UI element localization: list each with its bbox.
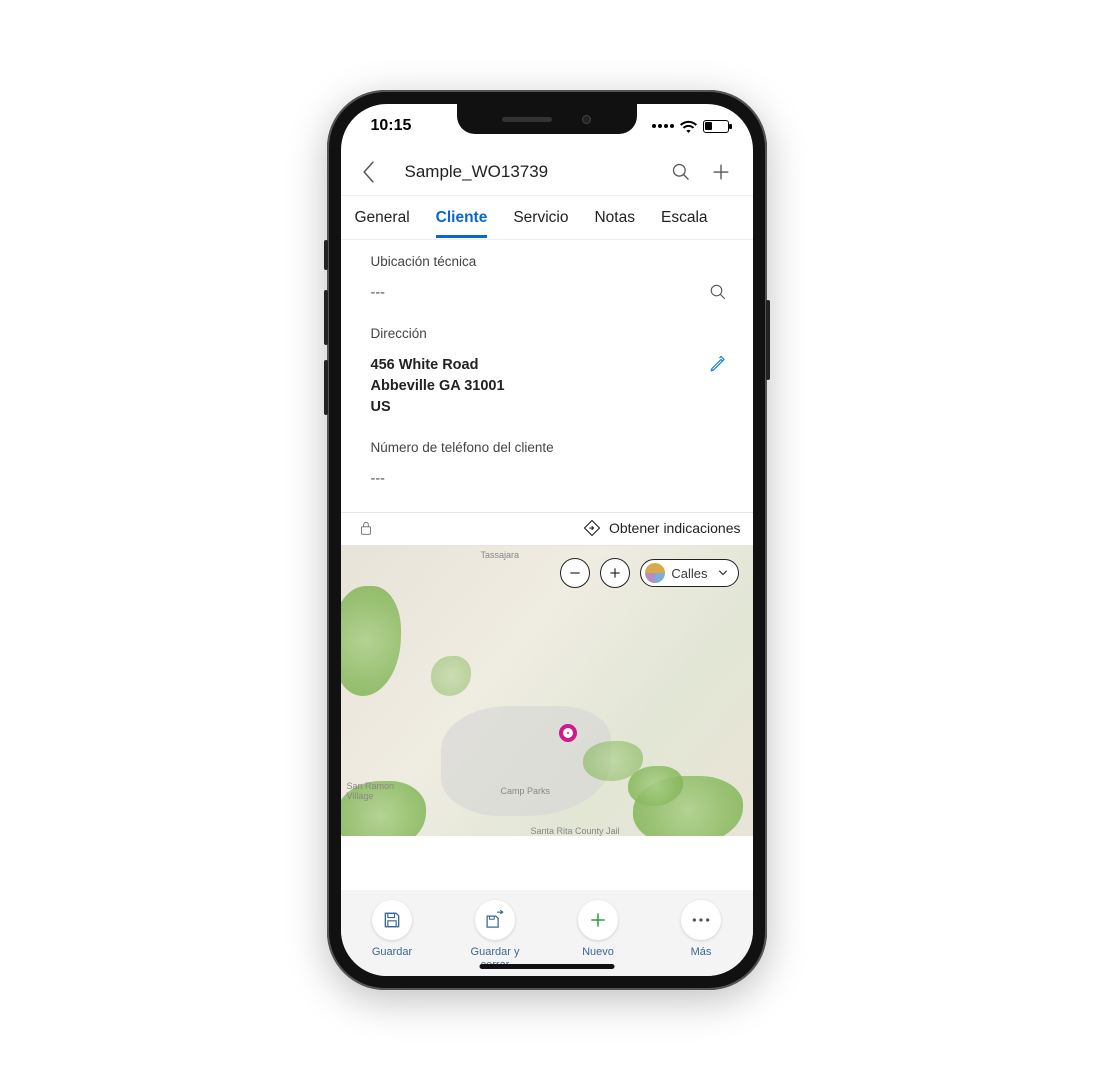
map-label-top: Tassajara [481,550,520,560]
wifi-icon [680,120,697,133]
new-icon [578,900,618,940]
chevron-down-icon [718,570,728,576]
home-indicator[interactable] [479,964,614,969]
tab-escala[interactable]: Escala [661,199,708,237]
save-icon [372,900,412,940]
back-button[interactable] [355,161,383,183]
new-label: Nuevo [582,946,614,959]
zoom-out-button[interactable] [560,558,590,588]
lock-icon[interactable] [359,520,373,536]
tab-general[interactable]: General [355,199,410,237]
tab-cliente[interactable]: Cliente [436,199,488,237]
content-area[interactable]: Ubicación técnica --- Dirección 456 Whit… [341,240,753,890]
more-icon [681,900,721,940]
new-button[interactable]: Nuevo [556,900,640,959]
status-indicators [652,120,729,133]
directions-icon [583,519,601,537]
map-controls: Calles [560,558,738,588]
map-label-sr: San Ramon Village [347,781,395,801]
save-button[interactable]: Guardar [350,900,434,959]
map-label-cp: Camp Parks [501,786,551,796]
map-type-swatch-icon [645,563,665,583]
save-close-icon [475,900,515,940]
phone-label: Número de teléfono del cliente [371,440,735,455]
get-directions-button[interactable]: Obtener indicaciones [583,519,741,537]
map-label-jail: Santa Rita County Jail [531,826,620,836]
notch [457,104,637,134]
zoom-in-button[interactable] [600,558,630,588]
phone-value[interactable]: --- [371,469,386,490]
more-button[interactable]: Más [659,900,743,959]
address-label: Dirección [371,326,735,341]
phone-frame: 10:15 Sample_WO13739 General Cliente [327,90,767,990]
nav-header: Sample_WO13739 [341,148,753,196]
cellular-icon [652,124,674,128]
map-view[interactable]: Tassajara San Ramon Village Camp Parks S… [341,546,753,836]
more-label: Más [691,946,712,959]
save-label: Guardar [372,946,412,959]
search-button[interactable] [663,162,699,182]
lookup-icon[interactable] [709,283,735,301]
add-button[interactable] [703,161,739,183]
map-header: Obtener indicaciones [341,512,753,546]
screen: 10:15 Sample_WO13739 General Cliente [341,104,753,976]
tab-servicio[interactable]: Servicio [513,199,568,237]
address-value[interactable]: 456 White Road Abbeville GA 31001 US [371,355,505,418]
tech-location-label: Ubicación técnica [371,254,735,269]
save-close-button[interactable]: Guardar y cerrar [453,900,537,972]
map-type-selector[interactable]: Calles [640,559,738,587]
tab-notas[interactable]: Notas [594,199,635,237]
edit-address-icon[interactable] [709,355,735,373]
tabs: General Cliente Servicio Notas Escala [341,196,753,240]
map-pin-icon[interactable] [559,724,577,742]
page-title: Sample_WO13739 [387,162,659,182]
map-type-label: Calles [671,566,707,581]
battery-icon [703,120,729,133]
get-directions-label: Obtener indicaciones [609,520,741,536]
map-section: Obtener indicaciones Tassajara San Ramon… [341,512,753,836]
status-time: 10:15 [371,117,412,135]
tech-location-value[interactable]: --- [371,283,386,304]
